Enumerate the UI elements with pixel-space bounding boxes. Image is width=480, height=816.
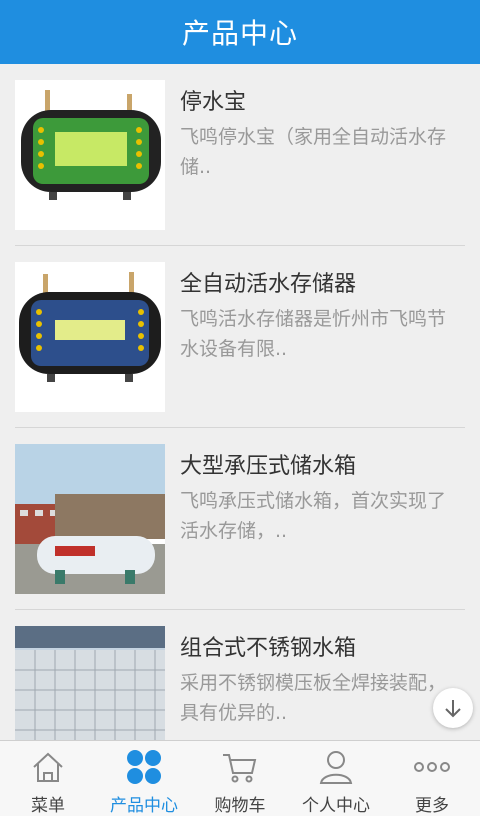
tab-profile[interactable]: 个人中心 <box>288 741 384 816</box>
home-icon <box>33 752 63 782</box>
cart-icon <box>223 754 257 783</box>
person-icon <box>319 751 353 784</box>
tab-label: 购物车 <box>214 796 266 816</box>
product-title[interactable]: 停水宝 <box>180 84 465 116</box>
scroll-down-button[interactable] <box>433 688 473 728</box>
tab-products[interactable]: 产品中心 <box>96 741 192 816</box>
tab-label: 个人中心 <box>302 796 370 816</box>
tab-label: 更多 <box>415 796 449 816</box>
product-title[interactable]: 组合式不锈钢水箱 <box>180 630 465 662</box>
product-image[interactable] <box>15 444 165 594</box>
four-circles-icon <box>127 750 161 784</box>
product-list[interactable]: 停水宝 飞鸣停水宝（家用全自动活水存储.. 全自动活水存储器 飞鸣活水存储器是忻… <box>0 64 480 740</box>
product-description: 采用不锈钢模压板全焊接装配，具有优异的.. <box>180 672 447 724</box>
product-title[interactable]: 大型承压式储水箱 <box>180 448 465 480</box>
product-item[interactable]: 大型承压式储水箱 飞鸣承压式储水箱，首次实现了活水存储，.. <box>15 428 465 610</box>
header-bar: 产品中心 <box>0 0 480 64</box>
tab-menu[interactable]: 菜单 <box>0 741 96 816</box>
bottom-tab-bar: 菜单 产品中心 购物车 个人中心 更多 <box>0 740 480 816</box>
product-title[interactable]: 全自动活水存储器 <box>180 266 465 298</box>
tab-label: 产品中心 <box>110 796 178 816</box>
product-image[interactable] <box>15 262 165 412</box>
arrow-down-icon <box>445 700 461 718</box>
tab-cart[interactable]: 购物车 <box>192 741 288 816</box>
product-description: 飞鸣承压式储水箱，首次实现了活水存储，.. <box>180 490 447 542</box>
product-item[interactable]: 全自动活水存储器 飞鸣活水存储器是忻州市飞鸣节水设备有限.. <box>15 246 465 428</box>
tab-label: 菜单 <box>31 796 65 816</box>
product-description: 飞鸣活水存储器是忻州市飞鸣节水设备有限.. <box>180 308 447 360</box>
more-dots-icon <box>414 762 450 772</box>
product-item[interactable]: 停水宝 飞鸣停水宝（家用全自动活水存储.. <box>15 64 465 246</box>
product-image[interactable] <box>15 626 165 740</box>
product-item[interactable]: 组合式不锈钢水箱 采用不锈钢模压板全焊接装配，具有优异的.. <box>15 610 465 740</box>
tab-more[interactable]: 更多 <box>384 741 480 816</box>
product-image[interactable] <box>15 80 165 230</box>
product-description: 飞鸣停水宝（家用全自动活水存储.. <box>180 126 447 178</box>
page-title: 产品中心 <box>181 17 298 50</box>
